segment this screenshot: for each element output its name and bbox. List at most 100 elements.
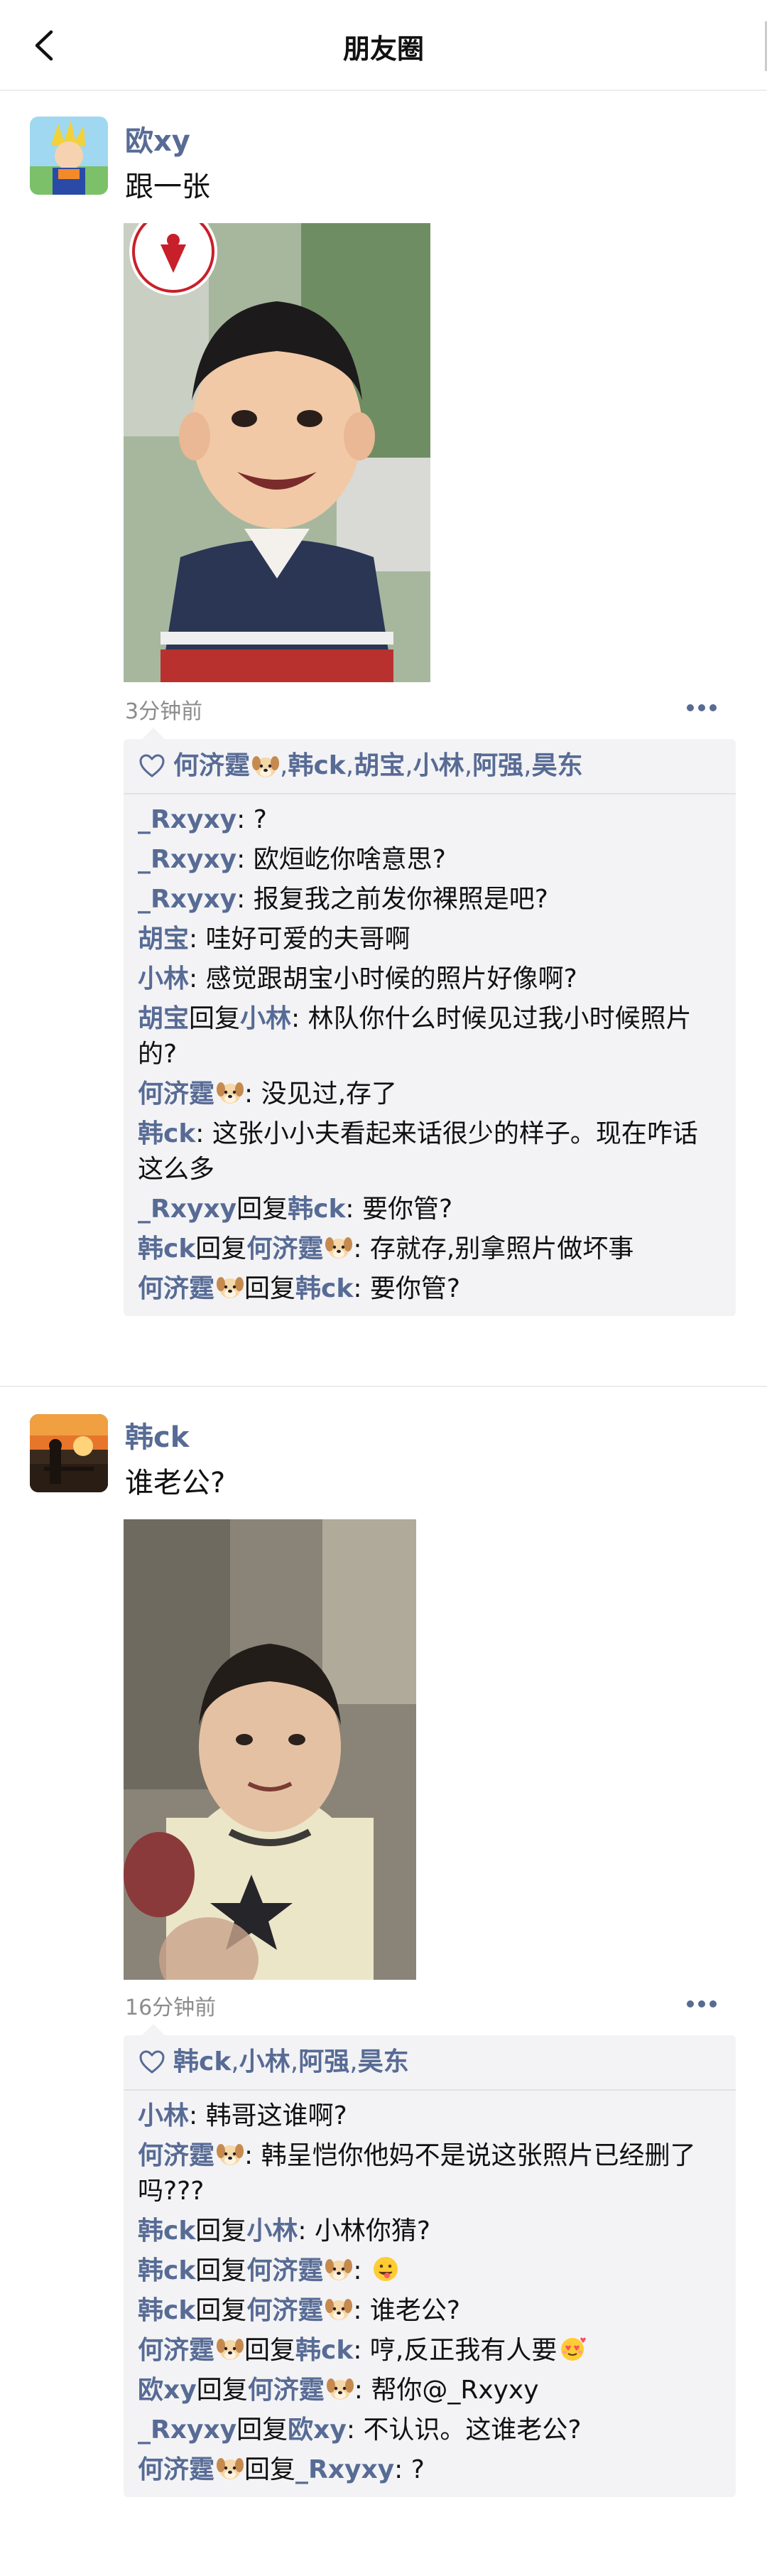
dog-emoji-icon xyxy=(216,1273,244,1301)
like-user[interactable]: 昊东 xyxy=(532,749,583,783)
comment-author[interactable]: _Rxyxy xyxy=(138,1195,236,1224)
reply-target[interactable]: 何济霆 xyxy=(246,1234,323,1263)
comment-item[interactable]: 小林: 感觉跟胡宝小时候的照片好像啊? xyxy=(138,959,723,999)
comment-author[interactable]: 何济霆 xyxy=(138,2336,214,2365)
likes-row: 何济霆, 韩ck, 胡宝, 小林, 阿强, 昊东 xyxy=(124,739,736,794)
post-author[interactable]: 欧xy xyxy=(125,118,190,159)
likes-row: 韩ck, 小林, 阿强, 昊东 xyxy=(124,2035,736,2091)
like-user[interactable]: 小林 xyxy=(239,2045,290,2079)
comment-author[interactable]: _Rxyxy xyxy=(138,885,236,914)
comment-item[interactable]: 胡宝回复小林: 林队你什么时候见过我小时候照片的? xyxy=(138,999,723,1074)
comment-text: 不认识。这谁老公? xyxy=(363,2415,582,2445)
comment-author[interactable]: 胡宝 xyxy=(138,925,189,954)
interaction-panel: 韩ck, 小林, 阿强, 昊东 小林: 韩哥这谁啊? 何济霆: 韩呈恺你他妈不是… xyxy=(124,2024,736,2497)
dog-emoji-icon xyxy=(216,2454,244,2482)
like-user[interactable]: 韩ck xyxy=(288,749,345,783)
comment-author[interactable]: _Rxyxy xyxy=(138,845,236,874)
avatar[interactable] xyxy=(30,117,108,195)
reply-word: 回复 xyxy=(236,1195,288,1224)
comment-text: ? xyxy=(253,805,267,834)
comment-item[interactable]: 小林: 韩哥这谁啊? xyxy=(138,2096,723,2136)
reply-target[interactable]: 小林 xyxy=(246,2216,298,2246)
comment-author[interactable]: 欧xy xyxy=(138,2376,197,2405)
reply-target[interactable]: 韩ck xyxy=(295,1274,353,1303)
comment-item[interactable]: 何济霆: 韩呈恺你他妈不是说这张照片已经删了吗??? xyxy=(138,2136,723,2211)
comment-text: 没见过,存了 xyxy=(261,1079,398,1109)
comment-item[interactable]: _Rxyxy: 报复我之前发你裸照是吧? xyxy=(138,880,723,920)
reply-target[interactable]: 何济霆 xyxy=(248,2376,325,2405)
reply-word: 回复 xyxy=(189,1004,241,1033)
dot-icon xyxy=(709,2000,717,2008)
more-button[interactable] xyxy=(676,695,727,721)
avatar[interactable] xyxy=(30,1414,108,1492)
dot-icon xyxy=(687,704,694,711)
comment-item[interactable]: _Rxyxy: 欧烜屹你啥意思? xyxy=(138,840,723,880)
comment-author[interactable]: 韩ck xyxy=(138,2216,195,2246)
more-button[interactable] xyxy=(676,1991,727,2017)
like-user[interactable]: 阿强 xyxy=(298,2045,349,2079)
heart-icon xyxy=(138,2048,166,2076)
reply-word: 回复 xyxy=(196,2376,248,2405)
dog-emoji-icon xyxy=(216,1078,244,1106)
page-title: 朋友圈 xyxy=(342,33,424,65)
comment-item[interactable]: 韩ck回复小林: 小林你猜? xyxy=(138,2211,723,2251)
comment-author[interactable]: 胡宝 xyxy=(138,1004,189,1033)
comment-text: ? xyxy=(410,2455,425,2484)
comment-item[interactable]: 何济霆: 没见过,存了 xyxy=(138,1074,723,1114)
dot-icon xyxy=(709,704,717,711)
comment-text: 谁老公? xyxy=(369,2296,461,2325)
comment-text: 感觉跟胡宝小时候的照片好像啊? xyxy=(205,964,577,993)
comment-item[interactable]: _Rxyxy回复韩ck: 要你管? xyxy=(138,1190,723,1229)
dog-emoji-icon xyxy=(325,1233,353,1261)
comment-author[interactable]: _Rxyxy xyxy=(138,805,236,834)
comment-text: 韩哥这谁啊? xyxy=(205,2101,347,2130)
post-photo[interactable] xyxy=(124,223,430,682)
reply-target[interactable]: _Rxyxy xyxy=(295,2455,394,2484)
post-text: 谁老公? xyxy=(125,1467,226,1499)
comment-author[interactable]: _Rxyxy xyxy=(138,2415,236,2445)
interaction-panel: 何济霆, 韩ck, 胡宝, 小林, 阿强, 昊东 _Rxyxy: ? _Rxyx… xyxy=(124,728,736,1316)
comment-author[interactable]: 何济霆 xyxy=(138,1079,214,1109)
like-user[interactable]: 何济霆 xyxy=(173,749,250,783)
comment-item[interactable]: _Rxyxy回复欧xy: 不认识。这谁老公? xyxy=(138,2410,723,2450)
reply-target[interactable]: 欧xy xyxy=(288,2415,347,2445)
like-user[interactable]: 韩ck xyxy=(173,2045,231,2079)
comment-item[interactable]: 欧xy回复何济霆: 帮你@_Rxyxy xyxy=(138,2371,723,2410)
tongue-emoji-icon xyxy=(371,2255,400,2283)
dog-emoji-icon xyxy=(325,2255,353,2283)
comment-item[interactable]: 何济霆 回复韩ck: 要你管? xyxy=(138,1269,723,1309)
comment-author[interactable]: 何济霆 xyxy=(138,2141,214,2170)
comment-author[interactable]: 韩ck xyxy=(138,1119,195,1148)
dog-emoji-icon xyxy=(216,2334,244,2363)
heart-icon xyxy=(138,752,166,780)
like-user[interactable]: 昊东 xyxy=(358,2045,409,2079)
reply-target[interactable]: 何济霆 xyxy=(246,2296,323,2325)
comment-item[interactable]: 韩ck回复何济霆: xyxy=(138,2251,723,2291)
comment-author[interactable]: 韩ck xyxy=(138,2256,195,2285)
comment-author[interactable]: 韩ck xyxy=(138,1234,195,1263)
comment-item[interactable]: 胡宝: 哇好可爱的夫哥啊 xyxy=(138,920,723,959)
comment-item[interactable]: _Rxyxy: ? xyxy=(138,800,723,840)
reply-target[interactable]: 韩ck xyxy=(288,1195,345,1224)
comment-list: _Rxyxy: ? _Rxyxy: 欧烜屹你啥意思? _Rxyxy: 报复我之前… xyxy=(124,794,736,1316)
like-user[interactable]: 阿强 xyxy=(472,749,523,783)
comment-author[interactable]: 何济霆 xyxy=(138,1274,214,1303)
dot-icon xyxy=(687,2000,694,2008)
comment-author[interactable]: 小林 xyxy=(138,964,189,993)
comment-author[interactable]: 何济霆 xyxy=(138,2455,214,2484)
comment-item[interactable]: 韩ck: 这张小小夫看起来话很少的样子。现在咋话这么多 xyxy=(138,1114,723,1190)
comment-item[interactable]: 何济霆 回复_Rxyxy: ? xyxy=(138,2450,723,2490)
reply-target[interactable]: 小林 xyxy=(240,1004,291,1033)
like-user[interactable]: 胡宝 xyxy=(354,749,405,783)
post-photo[interactable] xyxy=(124,1519,416,1980)
reply-target[interactable]: 韩ck xyxy=(295,2336,353,2365)
comment-item[interactable]: 韩ck回复何济霆: 存就存,别拿照片做坏事 xyxy=(138,1229,723,1269)
comment-item[interactable]: 韩ck回复何济霆: 谁老公? xyxy=(138,2291,723,2331)
reply-target[interactable]: 何济霆 xyxy=(246,2256,323,2285)
comment-author[interactable]: 韩ck xyxy=(138,2296,195,2325)
post-author[interactable]: 韩ck xyxy=(125,1414,189,1455)
comment-item[interactable]: 何济霆 回复韩ck: 哼,反正我有人要 xyxy=(138,2331,723,2371)
comment-text: 这张小小夫看起来话很少的样子。现在咋话这么多 xyxy=(138,1119,698,1184)
comment-author[interactable]: 小林 xyxy=(138,2101,189,2130)
like-user[interactable]: 小林 xyxy=(413,749,464,783)
